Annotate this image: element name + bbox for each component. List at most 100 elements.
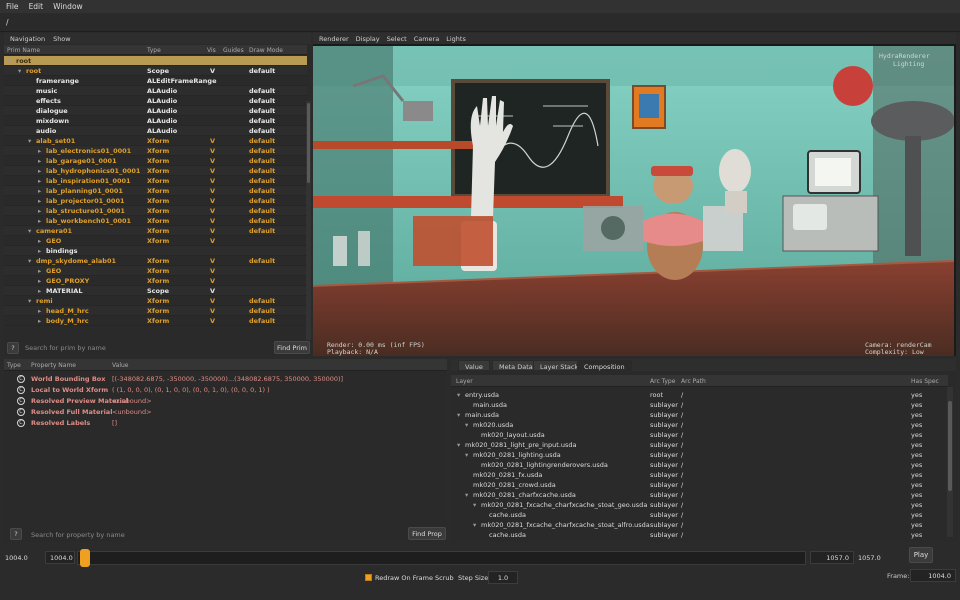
layer-row[interactable]: cache.usda sublayer / yes — [451, 530, 948, 540]
collapse-arrow-icon[interactable]: ▸ — [38, 157, 41, 165]
collapse-arrow-icon[interactable]: ▸ — [38, 207, 41, 215]
prop-search-input[interactable]: Search for property by name — [31, 531, 125, 539]
viewport-render[interactable]: HydraRenderer Lighting Render: 0.00 ms (… — [313, 46, 954, 356]
col-layer[interactable]: Layer — [456, 378, 473, 385]
frame-slider-handle[interactable] — [80, 549, 90, 567]
expand-arrow-icon[interactable]: ▾ — [8, 57, 11, 65]
current-end-field[interactable]: 1057.0 — [810, 551, 854, 564]
prim-draw-mode[interactable]: default — [249, 67, 275, 75]
prim-visibility[interactable]: V — [210, 157, 215, 165]
step-size-field[interactable]: 1.0 — [488, 571, 518, 584]
navigation-menu[interactable]: Navigation — [10, 35, 45, 43]
prim-draw-mode[interactable]: default — [249, 127, 275, 135]
layer-row[interactable]: ▾ mk020_0281_charfxcache.usda sublayer / yes — [451, 490, 948, 500]
prim-draw-mode[interactable]: default — [249, 297, 275, 305]
expand-arrow-icon[interactable]: ▾ — [28, 257, 31, 265]
expand-arrow-icon[interactable]: ▾ — [457, 441, 460, 449]
col-prim-name[interactable]: Prim Name — [7, 47, 40, 54]
range-start-field[interactable]: 1004.0 — [5, 554, 28, 562]
col-arc-type[interactable]: Arc Type — [650, 378, 675, 385]
current-start-field[interactable]: 1004.0 — [45, 551, 75, 564]
prim-path-field[interactable]: / — [0, 14, 960, 32]
collapse-arrow-icon[interactable]: ▸ — [38, 317, 41, 325]
tree-scroll-thumb[interactable] — [307, 103, 310, 183]
prim-draw-mode[interactable]: default — [249, 257, 275, 265]
tab-composition[interactable]: Composition — [577, 360, 632, 371]
prim-visibility[interactable]: V — [210, 177, 215, 185]
prim-row[interactable]: ▸ lab_workbench01_0001 Xform Vdefault — [4, 216, 307, 226]
prim-draw-mode[interactable]: default — [249, 117, 275, 125]
prim-visibility[interactable]: V — [210, 297, 215, 305]
composition-scrollbar[interactable] — [947, 387, 953, 537]
expand-arrow-icon[interactable]: ▾ — [28, 137, 31, 145]
prim-draw-mode[interactable]: default — [249, 167, 275, 175]
prim-visibility[interactable]: V — [210, 147, 215, 155]
collapse-arrow-icon[interactable]: ▸ — [38, 247, 41, 255]
expand-arrow-icon[interactable]: ▾ — [465, 421, 468, 429]
prim-row[interactable]: ▸ lab_garage01_0001 Xform Vdefault — [4, 156, 307, 166]
prim-visibility[interactable]: V — [210, 307, 215, 315]
prim-draw-mode[interactable]: default — [249, 187, 275, 195]
col-arc-path[interactable]: Arc Path — [681, 378, 706, 385]
prim-row[interactable]: dialogue ALAudio default — [4, 106, 307, 116]
redraw-checkbox[interactable] — [365, 574, 372, 581]
layer-row[interactable]: ▾ mk020_0281_fxcache_charfxcache_stoat_ge… — [451, 500, 948, 510]
layer-row[interactable]: cache.usda sublayer / yes — [451, 510, 948, 520]
expand-arrow-icon[interactable]: ▾ — [28, 297, 31, 305]
layer-row[interactable]: mk020_0281_crowd.usda sublayer / yes — [451, 480, 948, 490]
prim-row[interactable]: ▸ head_M_hrc Xform Vdefault — [4, 306, 307, 316]
prim-row[interactable]: mixdown ALAudio default — [4, 116, 307, 126]
col-guides[interactable]: Guides — [223, 47, 244, 54]
prim-draw-mode[interactable]: default — [249, 87, 275, 95]
expand-arrow-icon[interactable]: ▾ — [473, 521, 476, 529]
prim-visibility[interactable]: V — [210, 137, 215, 145]
expand-arrow-icon[interactable]: ▾ — [457, 391, 460, 399]
prim-draw-mode[interactable]: default — [249, 157, 275, 165]
layer-row[interactable]: mk020_0281_fx.usda sublayer / yes — [451, 470, 948, 480]
prim-row[interactable]: audio ALAudio default — [4, 126, 307, 136]
prim-row[interactable]: ▸ GEO Xform V — [4, 266, 307, 276]
property-row[interactable]: C Resolved Full Material <unbound> — [4, 407, 447, 417]
collapse-arrow-icon[interactable]: ▸ — [38, 147, 41, 155]
prim-visibility[interactable]: V — [210, 317, 215, 325]
layer-row[interactable]: ▾ mk020_0281_light_pre_input.usda sublayer… — [451, 440, 948, 450]
collapse-arrow-icon[interactable]: ▸ — [38, 267, 41, 275]
prim-visibility[interactable]: V — [210, 287, 215, 295]
prim-visibility[interactable]: V — [210, 217, 215, 225]
collapse-arrow-icon[interactable]: ▸ — [38, 307, 41, 315]
menu-edit[interactable]: Edit — [29, 2, 44, 11]
prim-search-input[interactable]: Search for prim by name — [25, 344, 106, 352]
prop-search-help-button[interactable]: ? — [10, 528, 22, 540]
menu-file[interactable]: File — [6, 2, 19, 11]
property-row[interactable]: C Resolved Labels [] — [4, 418, 447, 428]
col-type[interactable]: Type — [147, 47, 161, 54]
prim-visibility[interactable]: V — [210, 227, 215, 235]
prim-visibility[interactable]: V — [210, 257, 215, 265]
tab-value[interactable]: Value — [458, 360, 490, 371]
collapse-arrow-icon[interactable]: ▸ — [38, 187, 41, 195]
prim-draw-mode[interactable]: default — [249, 137, 275, 145]
prim-draw-mode[interactable]: default — [249, 177, 275, 185]
expand-arrow-icon[interactable]: ▾ — [18, 67, 21, 75]
prim-visibility[interactable]: V — [210, 207, 215, 215]
col-has-spec[interactable]: Has Spec — [911, 378, 939, 385]
prim-row[interactable]: ▾ dmp_skydome_alab01 Xform Vdefault — [4, 256, 307, 266]
layer-row[interactable]: ▾ main.usda sublayer / yes — [451, 410, 948, 420]
show-menu[interactable]: Show — [53, 35, 71, 43]
prim-row[interactable]: ▸ bindings — [4, 246, 307, 256]
expand-arrow-icon[interactable]: ▾ — [465, 491, 468, 499]
prim-row[interactable]: ▸ lab_structure01_0001 Xform Vdefault — [4, 206, 307, 216]
layer-row[interactable]: ▾ mk020_0281_lighting.usda sublayer / yes — [451, 450, 948, 460]
prim-row[interactable]: ▸ MATERIAL Scope V — [4, 286, 307, 296]
composition-scroll-thumb[interactable] — [948, 401, 952, 491]
prim-draw-mode[interactable]: default — [249, 307, 275, 315]
col-prop-type[interactable]: Type — [7, 362, 21, 369]
prim-visibility[interactable]: V — [210, 197, 215, 205]
prim-row[interactable]: ▸ lab_electronics01_0001 Xform Vdefault — [4, 146, 307, 156]
prim-row[interactable]: framerange ALEditFrameRange — [4, 76, 307, 86]
collapse-arrow-icon[interactable]: ▸ — [38, 287, 41, 295]
prim-visibility[interactable]: V — [210, 187, 215, 195]
tree-scrollbar[interactable] — [306, 101, 311, 356]
prim-row[interactable]: ▾ root Scope Vdefault — [4, 66, 307, 76]
prim-row[interactable]: ▸ lab_inspiration01_0001 Xform Vdefault — [4, 176, 307, 186]
